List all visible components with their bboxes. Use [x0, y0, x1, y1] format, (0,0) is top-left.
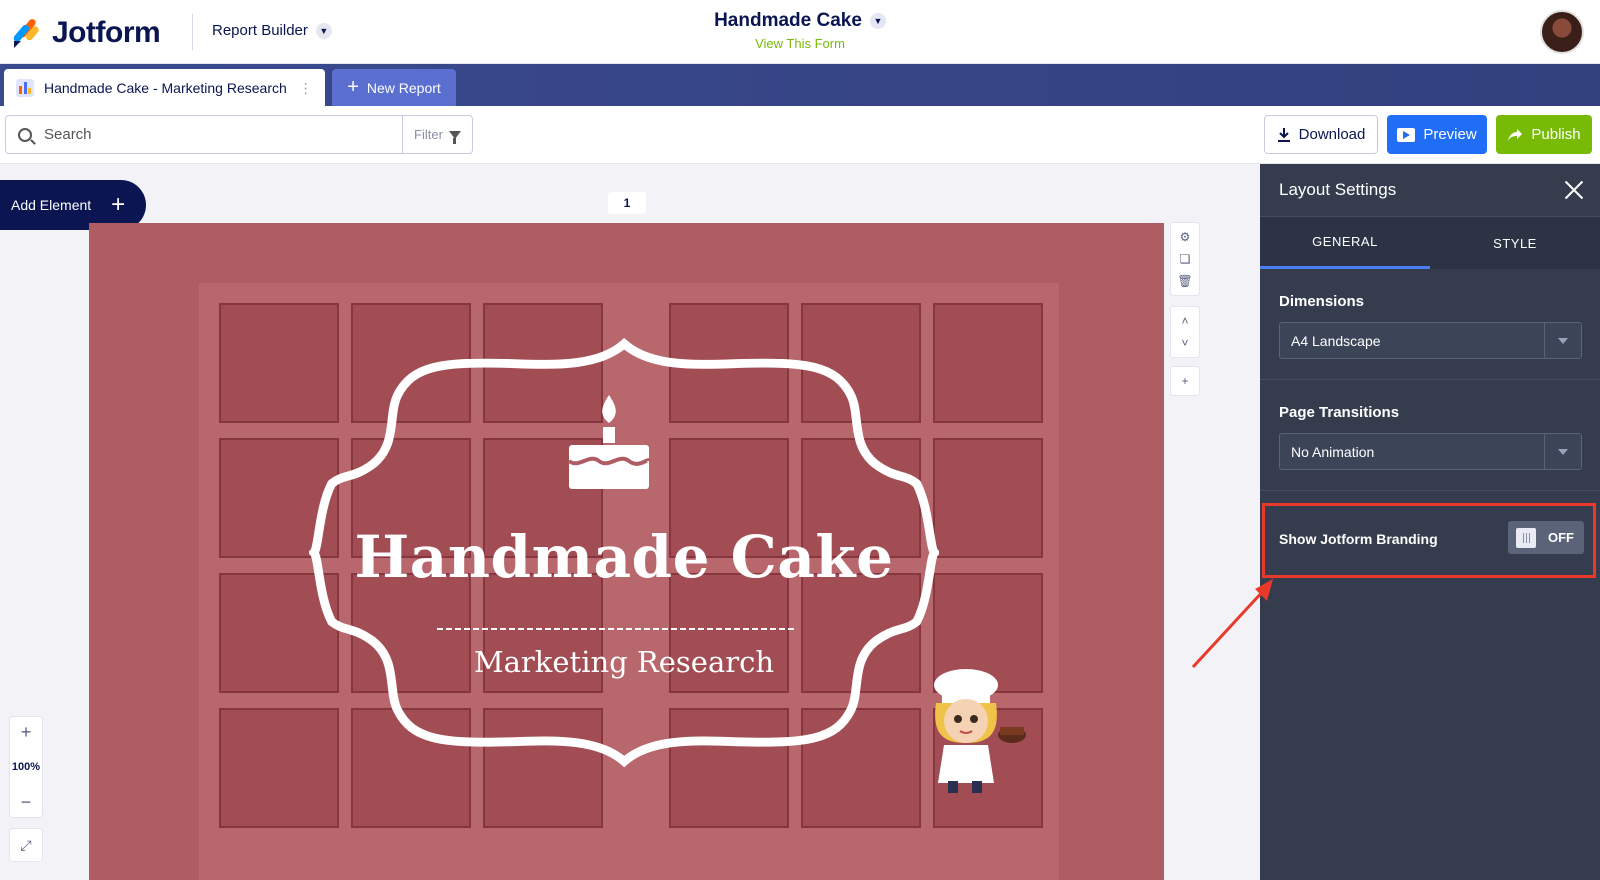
top-header: Jotform Report Builder ▼ Handmade Cake ▼… — [0, 0, 1600, 64]
filter-label: Filter — [414, 127, 443, 142]
search-icon — [18, 127, 32, 142]
branding-label: Show Jotform Branding — [1279, 531, 1438, 547]
report-canvas: Add Element + 1 Handmade Cake Marketing … — [0, 164, 1260, 880]
more-options-icon[interactable]: ⋮ — [299, 81, 313, 95]
cake-icon — [567, 395, 651, 489]
search-box: Filter — [5, 115, 473, 154]
share-arrow-icon — [1508, 128, 1523, 141]
plus-icon[interactable]: + — [1172, 370, 1198, 392]
brand-name: Jotform — [52, 16, 161, 49]
dimensions-select[interactable]: A4 Landscape — [1279, 322, 1582, 359]
download-button[interactable]: Download — [1264, 115, 1378, 154]
plus-icon: + — [347, 76, 359, 98]
transitions-value: No Animation — [1291, 443, 1375, 460]
user-avatar[interactable] — [1540, 10, 1584, 54]
chef-mascot-icon — [934, 669, 1026, 793]
preview-button[interactable]: Preview — [1387, 115, 1487, 154]
branding-setting: Show Jotform Branding OFF — [1260, 503, 1600, 575]
view-form-link[interactable]: View This Form — [600, 36, 1000, 51]
chevron-up-icon[interactable]: ˄ — [1172, 310, 1198, 332]
publish-button[interactable]: Publish — [1496, 115, 1592, 154]
report-page-slide[interactable]: Handmade Cake Marketing Research — [89, 223, 1164, 880]
tab-active-report[interactable]: Handmade Cake - Marketing Research ⋮ — [4, 69, 325, 106]
filter-icon — [448, 130, 461, 144]
zoom-level: 100% — [11, 761, 41, 773]
tab-label: Handmade Cake - Marketing Research — [44, 79, 287, 96]
download-label: Download — [1298, 126, 1366, 143]
slide-add: + — [1170, 366, 1200, 396]
toggle-knob — [1516, 527, 1536, 548]
tab-general[interactable]: GENERAL — [1260, 217, 1430, 269]
transitions-select[interactable]: No Animation — [1279, 433, 1582, 470]
report-builder-label: Report Builder — [212, 22, 308, 39]
slide-side-tools: ⚙ ❏ 🗑 ˄ ˅ + — [1170, 222, 1200, 396]
new-report-label: New Report — [366, 79, 441, 96]
jotform-logo[interactable]: Jotform — [12, 16, 161, 50]
publish-label: Publish — [1531, 126, 1581, 143]
search-input[interactable] — [44, 126, 394, 143]
close-icon[interactable] — [1562, 178, 1586, 202]
fullscreen-icon[interactable]: ⤢ — [9, 828, 43, 862]
transitions-label: Page Transitions — [1279, 404, 1400, 421]
dropdown-arrow-icon — [1544, 434, 1581, 469]
page-number-badge: 1 — [608, 192, 646, 214]
dimensions-section: Dimensions A4 Landscape — [1260, 269, 1600, 380]
chevron-down-icon: ▼ — [869, 13, 886, 29]
form-title: Handmade Cake — [714, 10, 862, 31]
toggle-state: OFF — [1548, 530, 1574, 545]
header-divider — [192, 14, 193, 50]
report-tab-bar: Handmade Cake - Marketing Research ⋮ + N… — [0, 64, 1600, 106]
play-icon — [1397, 127, 1416, 142]
slide-title: Handmade Cake — [354, 523, 894, 591]
transitions-section: Page Transitions No Animation — [1260, 380, 1600, 491]
add-element-label: Add Element — [11, 197, 92, 213]
dimensions-value: A4 Landscape — [1291, 332, 1381, 349]
gear-icon[interactable]: ⚙ — [1172, 226, 1198, 248]
toolbar: Filter Download Preview Publish — [0, 106, 1600, 164]
slide-actions: ⚙ ❏ 🗑 — [1170, 222, 1200, 296]
copy-icon[interactable]: ❏ — [1172, 248, 1198, 270]
zoom-out-button[interactable]: − — [21, 793, 32, 811]
layout-settings-panel: Layout Settings GENERAL STYLE Dimensions… — [1260, 164, 1600, 880]
new-report-button[interactable]: + New Report — [332, 69, 456, 106]
jotform-logo-icon — [13, 19, 39, 48]
zoom-in-button[interactable]: + — [21, 723, 32, 741]
form-title-block: Handmade Cake ▼ View This Form — [600, 10, 1000, 51]
report-chart-icon — [16, 78, 34, 97]
panel-header: Layout Settings — [1260, 164, 1600, 217]
annotation-arrow-icon — [1191, 579, 1273, 669]
report-builder-menu[interactable]: Report Builder ▼ — [212, 22, 332, 39]
dimensions-label: Dimensions — [1279, 293, 1365, 310]
branding-toggle[interactable]: OFF — [1508, 521, 1584, 554]
form-title-dropdown[interactable]: Handmade Cake ▼ — [714, 10, 886, 32]
tab-style[interactable]: STYLE — [1430, 217, 1600, 269]
dropdown-arrow-icon — [1544, 323, 1581, 358]
filter-button[interactable]: Filter — [402, 116, 472, 153]
panel-tabs: GENERAL STYLE — [1260, 217, 1600, 269]
zoom-control: + 100% − — [9, 716, 43, 818]
trash-icon[interactable]: 🗑 — [1172, 270, 1198, 292]
download-icon — [1277, 127, 1290, 142]
chevron-down-icon[interactable]: ˅ — [1172, 332, 1198, 354]
plus-icon: + — [111, 191, 126, 218]
preview-label: Preview — [1423, 126, 1477, 143]
slide-subtitle: Marketing Research — [473, 645, 775, 679]
panel-title: Layout Settings — [1279, 180, 1397, 199]
chevron-down-icon: ▼ — [315, 22, 332, 39]
slide-reorder: ˄ ˅ — [1170, 306, 1200, 358]
